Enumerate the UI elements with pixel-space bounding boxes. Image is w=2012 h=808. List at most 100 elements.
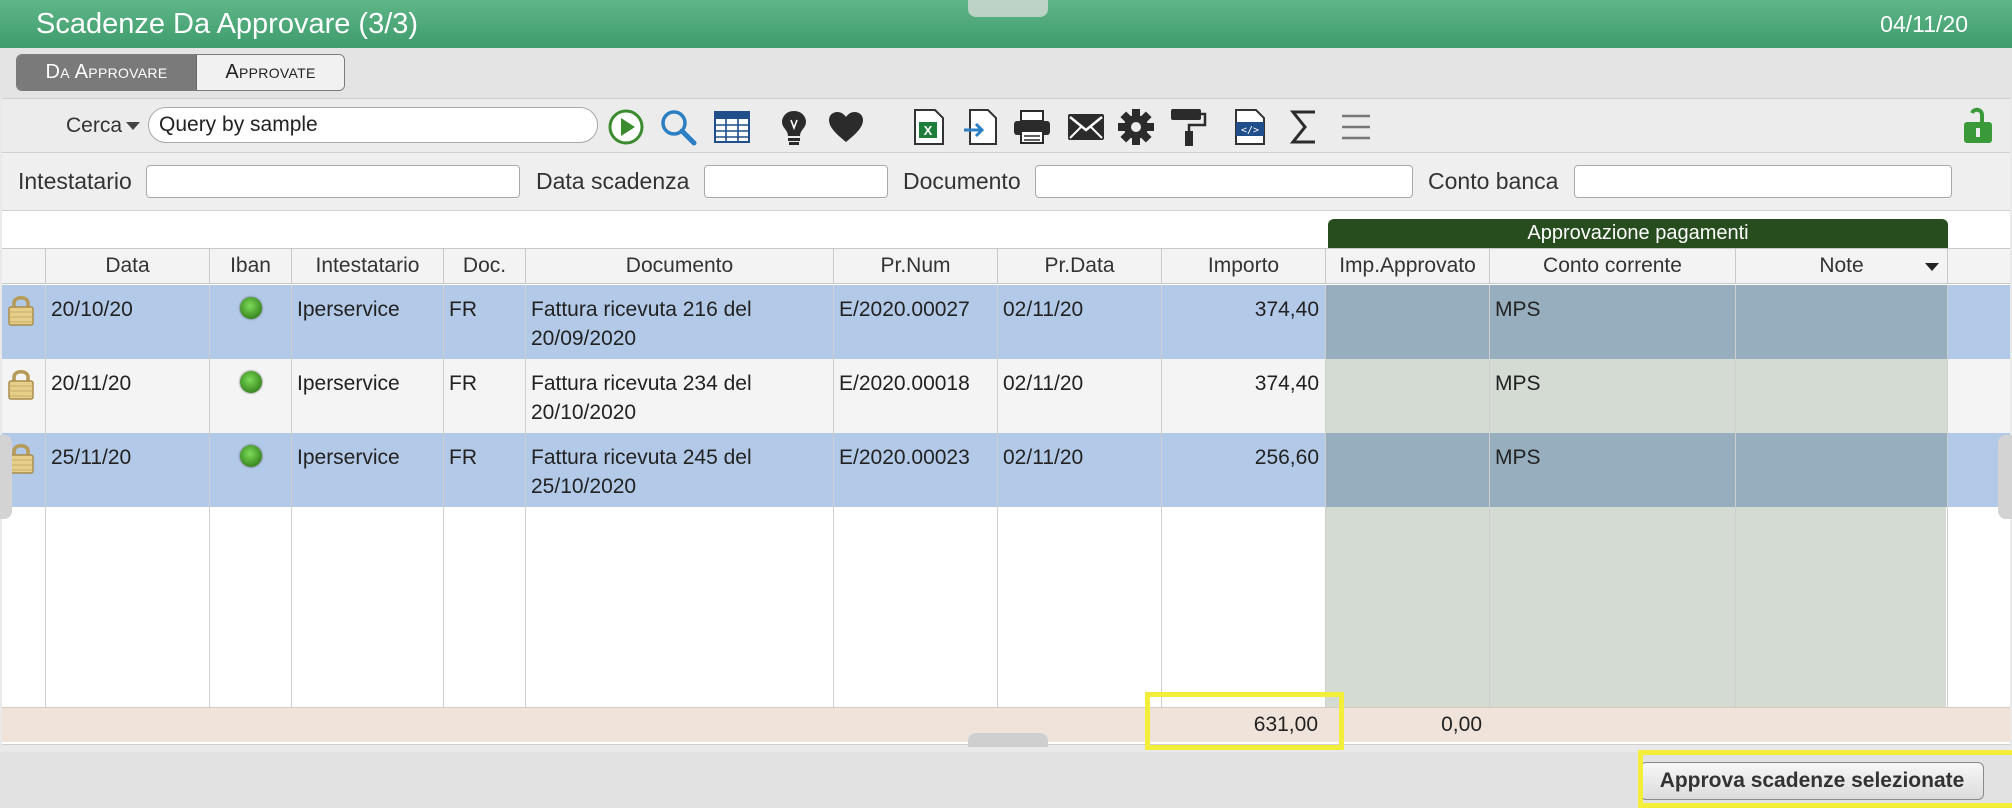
table-row[interactable]: 25/11/20 Iperservice FR Fattura ricevuta… (2, 433, 2010, 507)
grid-divider (209, 507, 210, 707)
grid-divider (291, 507, 292, 707)
iban-status-icon (210, 359, 292, 433)
cell-intestatario: Iperservice (292, 359, 444, 433)
bottom-drag-handle[interactable] (968, 733, 1048, 747)
filter-intestatario-input[interactable] (146, 165, 520, 198)
table-icon[interactable] (712, 107, 752, 147)
search-icon[interactable] (658, 107, 698, 147)
column-header-imp-approvato[interactable]: Imp.Approvato (1326, 249, 1490, 283)
column-header-importo[interactable]: Importo (1162, 249, 1326, 283)
drag-handle[interactable] (968, 0, 1048, 17)
grid-divider (525, 507, 526, 707)
filter-data-scadenza-input[interactable] (704, 165, 888, 198)
iban-status-icon (210, 285, 292, 359)
grid-divider (443, 507, 444, 707)
cell-data: 20/11/20 (46, 359, 210, 433)
filter-label-intestatario: Intestatario (18, 168, 132, 194)
tab-approvate[interactable]: Approvate (197, 55, 344, 90)
grid-divider (1161, 507, 1162, 707)
cell-documento: Fattura ricevuta 234 del 20/10/2020 (526, 359, 834, 433)
lightbulb-icon[interactable] (774, 107, 814, 147)
filter-label-data-scadenza: Data scadenza (536, 168, 690, 194)
import-icon[interactable] (960, 107, 1000, 147)
cell-imp-approvato[interactable] (1326, 359, 1490, 433)
cell-imp-approvato[interactable] (1326, 433, 1490, 507)
column-header-note[interactable]: Note (1736, 249, 1948, 283)
column-header-iban[interactable]: Iban (210, 249, 292, 283)
cell-doc: FR (444, 359, 526, 433)
column-header-data[interactable]: Data (46, 249, 210, 283)
print-icon[interactable] (1012, 107, 1052, 147)
grid-divider (1325, 507, 1326, 707)
filter-conto-banca-input[interactable] (1574, 165, 1952, 198)
approval-columns-empty (1326, 507, 1946, 707)
title-bar: Scadenze Da Approvare (3/3) 04/11/20 (0, 0, 2012, 48)
group-header-approvazione: Approvazione pagamenti (1328, 219, 1948, 248)
unlock-icon[interactable] (1958, 105, 1998, 145)
toolbar: Cerca X </> (2, 98, 2010, 153)
window-title: Scadenze Da Approvare (3/3) (36, 8, 419, 40)
total-imp-approvato: 0,00 (1441, 713, 1482, 736)
filter-label-documento: Documento (903, 168, 1021, 194)
grid-divider (1735, 507, 1736, 707)
grid-divider (1947, 507, 1948, 707)
search-input[interactable] (148, 107, 598, 143)
grid-divider (45, 507, 46, 707)
search-mode-dropdown[interactable]: Cerca (66, 114, 141, 138)
cell-documento: Fattura ricevuta 216 del 20/09/2020 (526, 285, 834, 359)
grid-divider (997, 507, 998, 707)
gear-icon[interactable] (1116, 107, 1156, 147)
play-icon[interactable] (606, 107, 646, 147)
chevron-down-icon[interactable] (1925, 263, 1939, 271)
highlight-approve-button (1638, 750, 2012, 808)
code-doc-icon[interactable]: </> (1230, 107, 1270, 147)
left-scroll-handle[interactable] (0, 435, 12, 519)
grid-empty-area (2, 507, 2010, 707)
mail-icon[interactable] (1066, 107, 1106, 147)
grid-header: Data Iban Intestatario Doc. Documento Pr… (2, 248, 2010, 284)
highlight-total-importo (1145, 692, 1344, 750)
cell-note[interactable] (1736, 359, 1948, 433)
view-switch: Da Approvare Approvate (16, 54, 345, 91)
cell-importo: 374,40 (1162, 359, 1326, 433)
cell-note[interactable] (1736, 433, 1948, 507)
lock-icon (2, 359, 46, 433)
column-header-prnum[interactable]: Pr.Num (834, 249, 998, 283)
svg-text:</>: </> (1241, 125, 1259, 136)
column-header-lock (2, 249, 46, 283)
cell-conto-corrente[interactable]: MPS (1490, 359, 1736, 433)
lock-icon (2, 285, 46, 359)
column-header-conto-corrente[interactable]: Conto corrente (1490, 249, 1736, 283)
table-row[interactable]: 20/10/20 Iperservice FR Fattura ricevuta… (2, 285, 2010, 359)
bottom-bar: Approva scadenze selezionate (0, 750, 2012, 808)
cell-data: 20/10/20 (46, 285, 210, 359)
note-header-label: Note (1819, 254, 1864, 277)
column-header-intestatario[interactable]: Intestatario (292, 249, 444, 283)
cell-importo: 374,40 (1162, 285, 1326, 359)
right-scroll-handle[interactable] (1998, 435, 2012, 519)
menu-icon[interactable] (1336, 107, 1376, 147)
cell-importo: 256,60 (1162, 433, 1326, 507)
cell-conto-corrente[interactable]: MPS (1490, 433, 1736, 507)
svg-text:X: X (924, 123, 933, 138)
cell-doc: FR (444, 433, 526, 507)
current-date: 04/11/20 (1880, 11, 1968, 37)
cell-prnum: E/2020.00027 (834, 285, 998, 359)
table-row[interactable]: 20/11/20 Iperservice FR Fattura ricevuta… (2, 359, 2010, 433)
tab-da-approvare[interactable]: Da Approvare (17, 55, 197, 90)
cell-conto-corrente[interactable]: MPS (1490, 285, 1736, 359)
excel-icon[interactable]: X (908, 107, 948, 147)
column-header-prdata[interactable]: Pr.Data (998, 249, 1162, 283)
paint-roller-icon[interactable] (1168, 107, 1208, 147)
cell-imp-approvato[interactable] (1326, 285, 1490, 359)
cell-prdata: 02/11/20 (998, 359, 1162, 433)
filter-documento-input[interactable] (1035, 165, 1413, 198)
sigma-icon[interactable] (1284, 107, 1324, 147)
column-header-doc[interactable]: Doc. (444, 249, 526, 283)
cell-documento: Fattura ricevuta 245 del 25/10/2020 (526, 433, 834, 507)
cell-data: 25/11/20 (46, 433, 210, 507)
column-header-documento[interactable]: Documento (526, 249, 834, 283)
cell-prdata: 02/11/20 (998, 285, 1162, 359)
heart-icon[interactable] (826, 107, 866, 147)
cell-note[interactable] (1736, 285, 1948, 359)
